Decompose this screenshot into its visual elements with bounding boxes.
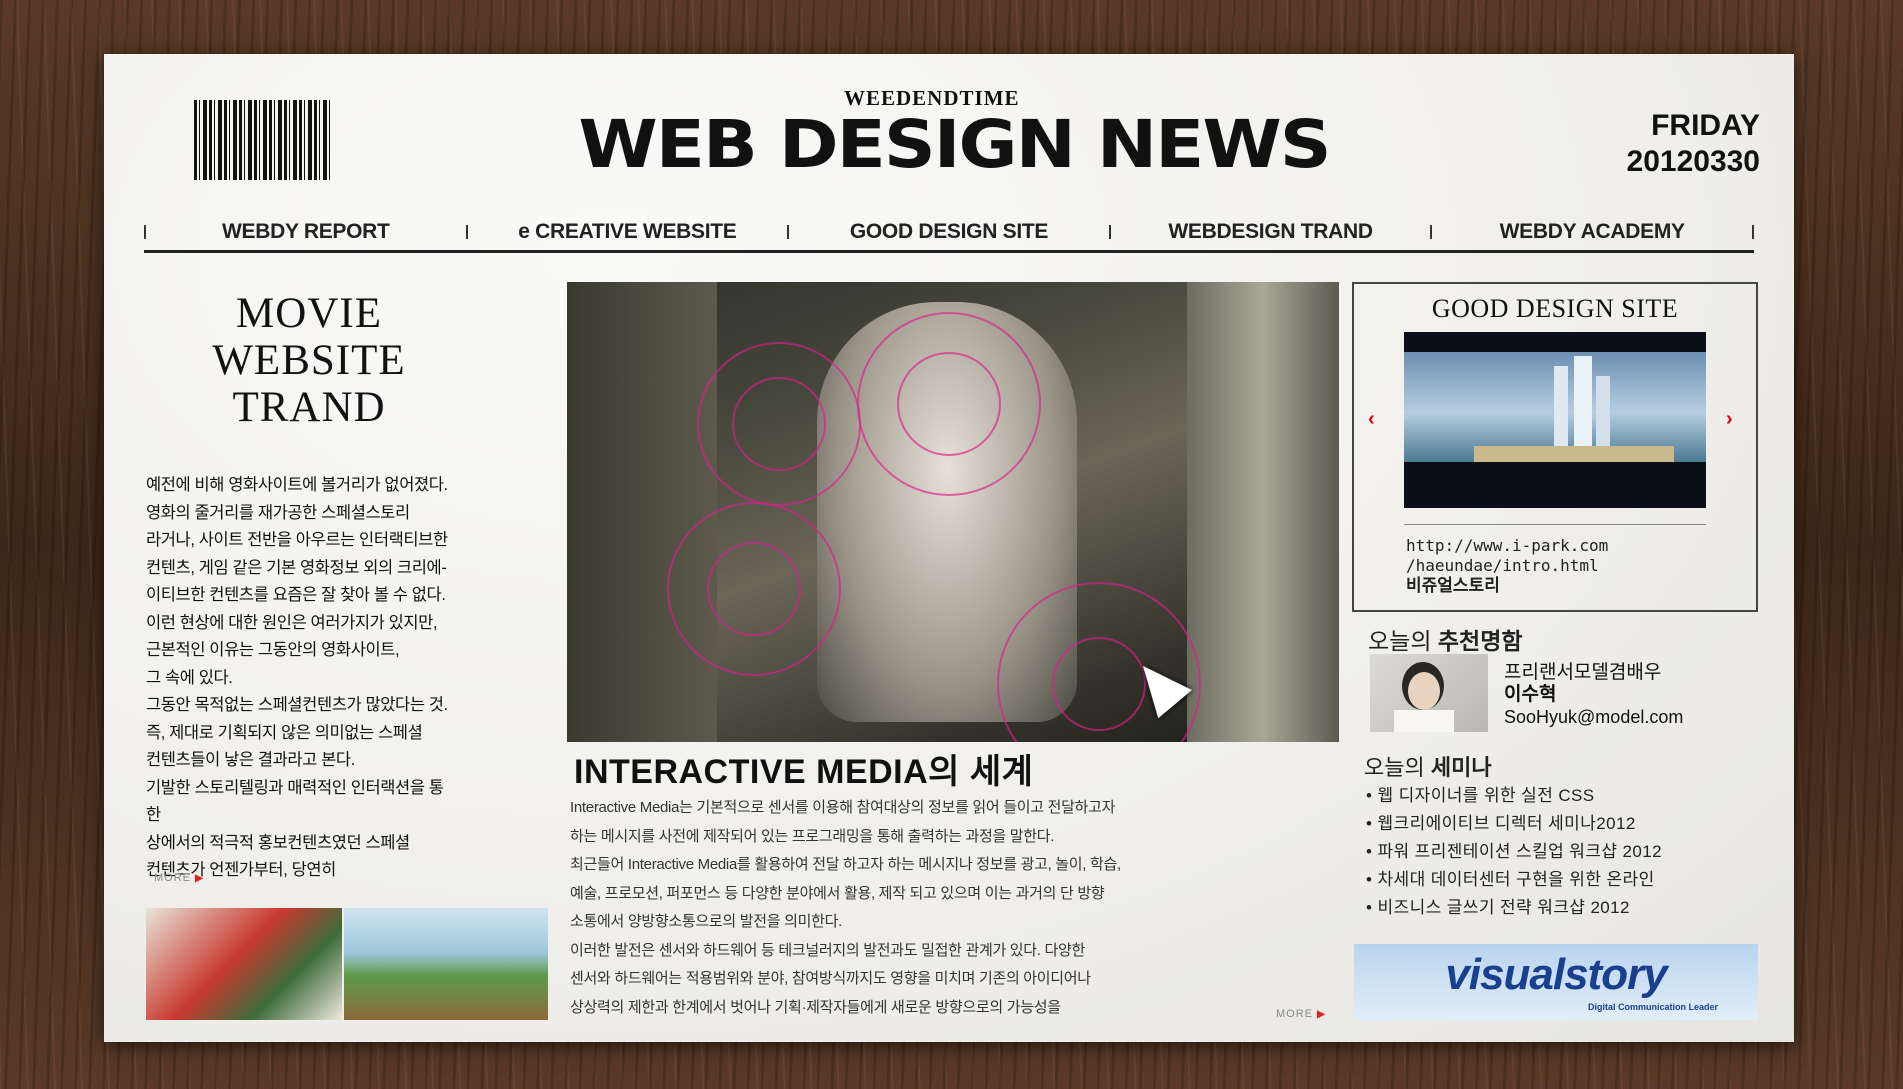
good-design-title: GOOD DESIGN SITE — [1431, 294, 1679, 323]
ripple-icon — [732, 377, 826, 471]
seminar-label-prefix: 오늘의 — [1364, 755, 1431, 780]
barcode-icon — [194, 100, 330, 180]
interactive-more-link[interactable]: MORE ▶ — [1276, 1008, 1326, 1020]
ripple-icon — [897, 352, 1001, 456]
building-left — [567, 282, 717, 742]
interactive-media-body: Interactive Media는 기본적으로 센서를 이용해 참여대상의 정… — [570, 799, 1121, 1016]
tower-shape — [1596, 376, 1610, 452]
movie-heading-line: TRAND — [232, 384, 386, 431]
newspaper-page: WEEDENDTIME WEB DESIGN NEWS FRIDAY 20120… — [104, 54, 1794, 1042]
site-link[interactable]: http://www.i-park.com /haeundae/intro.ht… — [1406, 536, 1608, 596]
recommend-email[interactable]: SooHyuk@model.com — [1504, 706, 1683, 728]
visualstory-tagline: Digital Communication Leader — [1587, 1002, 1718, 1012]
movie-heading[interactable]: MOVIE WEBSITE TRAND — [164, 290, 454, 431]
divider — [1404, 524, 1706, 525]
arrow-right-icon: ▶ — [195, 873, 204, 884]
seminar-item[interactable]: 파워 프리젠테이션 스킬업 워크샵 2012 — [1366, 838, 1662, 866]
chevron-left-icon[interactable]: ‹ — [1368, 408, 1375, 431]
tower-shape — [1574, 356, 1592, 452]
interactive-media-image[interactable] — [567, 282, 1339, 742]
recommend-info: 프리랜서모델겸배우 이수혁 SooHyuk@model.com — [1504, 662, 1683, 728]
seminar-item[interactable]: 차세대 데이터센터 구현을 위한 온라인 — [1366, 866, 1662, 894]
issue-date: FRIDAY 20120330 — [1627, 108, 1760, 180]
issue-date-number: 20120330 — [1626, 145, 1760, 178]
arrow-right-icon: ▶ — [1317, 1009, 1326, 1020]
masthead-title[interactable]: WEB DESIGN NEWS — [504, 105, 1404, 182]
nav-separator — [1751, 225, 1754, 239]
movie-heading-line: WEBSITE — [212, 337, 406, 384]
recommend-label-prefix: 오늘의 — [1368, 628, 1438, 654]
good-design-box: GOOD DESIGN SITE ‹ › http://www.i-park.c… — [1352, 282, 1758, 612]
issue-day: FRIDAY — [1651, 109, 1760, 142]
tower-shape — [1554, 366, 1568, 452]
site-link-line: http://www.i-park.com — [1406, 536, 1609, 555]
movie-article-body: 예전에 비해 영화사이트에 볼거리가 없어졌다. 영화의 줄거리를 재가공한 스… — [146, 476, 448, 879]
nav-item-good-design-site[interactable]: GOOD DESIGN SITE — [789, 220, 1109, 244]
more-label: MORE — [154, 872, 191, 884]
seminar-item[interactable]: 웹크리에이티브 디렉터 세미나2012 — [1366, 810, 1662, 838]
seminar-label: 오늘의 세미나 — [1364, 750, 1492, 782]
seminar-list: 웹 디자이너를 위한 실전 CSS 웹크리에이티브 디렉터 세미나2012 파워… — [1366, 782, 1662, 922]
movie-thumbnail[interactable] — [146, 908, 342, 1020]
nav-item-webdesign-trand[interactable]: WEBDESIGN TRAND — [1111, 220, 1431, 244]
seminar-label-bold: 세미나 — [1430, 755, 1492, 780]
face-shape — [1408, 672, 1440, 710]
nav-divider — [144, 250, 1754, 253]
seminar-item[interactable]: 웹 디자이너를 위한 실전 CSS — [1366, 782, 1662, 810]
nav-item-webdy-report[interactable]: WEBDY REPORT — [146, 220, 466, 244]
recommend-label: 오늘의 추천명함 — [1368, 622, 1523, 656]
more-label: MORE — [1276, 1008, 1313, 1020]
chevron-right-icon[interactable]: › — [1726, 408, 1733, 431]
main-nav: WEBDY REPORT e CREATIVE WEBSITE GOOD DES… — [144, 214, 1754, 250]
shore-shape — [1474, 446, 1674, 462]
site-link-line: /haeundae/intro.html — [1406, 556, 1599, 575]
recommend-role: 프리랜서모델겸배우 — [1504, 662, 1662, 683]
movie-heading-line: MOVIE — [236, 290, 382, 337]
shirt-shape — [1394, 710, 1454, 732]
site-screenshot[interactable] — [1404, 332, 1706, 508]
recommend-label-bold: 추천명함 — [1437, 628, 1523, 654]
nav-item-creative-website[interactable]: e CREATIVE WEBSITE — [468, 220, 788, 244]
movie-thumbnail[interactable] — [344, 908, 548, 1020]
seminar-item[interactable]: 비즈니스 글쓰기 전략 워크샵 2012 — [1366, 894, 1662, 922]
movie-more-link[interactable]: MORE ▶ — [154, 872, 204, 884]
visualstory-logo: visualstory — [1445, 950, 1667, 999]
recommend-name: 이수혁 — [1504, 684, 1557, 705]
visualstory-banner[interactable]: visualstory Digital Communication Leader — [1354, 944, 1758, 1020]
nav-item-webdy-academy[interactable]: WEBDY ACADEMY — [1432, 220, 1752, 244]
site-caption: 비쥬얼스토리 — [1406, 576, 1500, 596]
interactive-media-title[interactable]: INTERACTIVE MEDIA의 세계 — [574, 744, 1033, 793]
model-photo[interactable] — [1370, 654, 1488, 732]
building-right — [1187, 282, 1339, 742]
ripple-icon — [707, 542, 801, 636]
